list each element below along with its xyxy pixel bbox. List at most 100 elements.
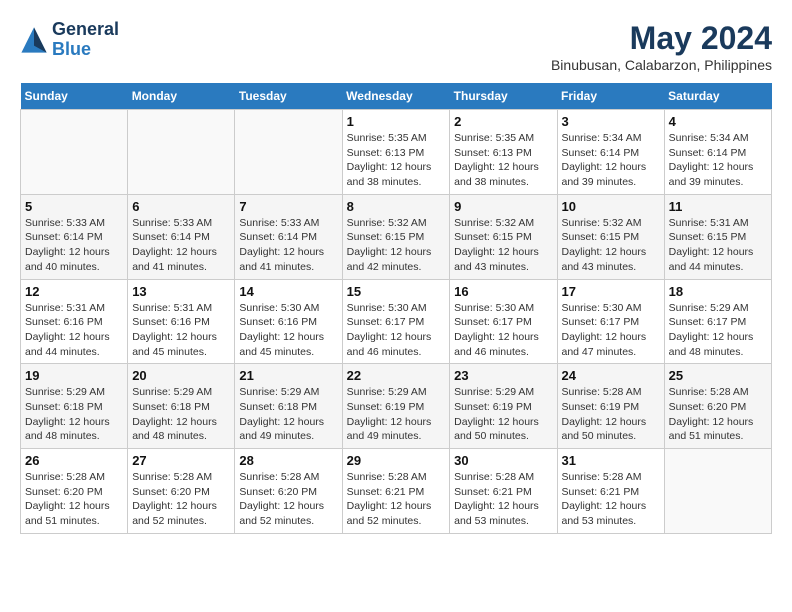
weekday-header-monday: Monday: [128, 83, 235, 110]
logo-text: General Blue: [52, 20, 119, 60]
calendar-cell: 7 Sunrise: 5:33 AM Sunset: 6:14 PM Daylig…: [235, 194, 342, 279]
day-number: 3: [562, 114, 660, 129]
logo: General Blue: [20, 20, 119, 60]
calendar-cell: [664, 449, 771, 534]
calendar-week-5: 26 Sunrise: 5:28 AM Sunset: 6:20 PM Dayli…: [21, 449, 772, 534]
day-info: Sunrise: 5:28 AM Sunset: 6:19 PM Dayligh…: [562, 385, 660, 444]
calendar-cell: 23 Sunrise: 5:29 AM Sunset: 6:19 PM Dayli…: [450, 364, 557, 449]
calendar-table: SundayMondayTuesdayWednesdayThursdayFrid…: [20, 83, 772, 534]
calendar-cell: 9 Sunrise: 5:32 AM Sunset: 6:15 PM Daylig…: [450, 194, 557, 279]
weekday-header-thursday: Thursday: [450, 83, 557, 110]
day-info: Sunrise: 5:34 AM Sunset: 6:14 PM Dayligh…: [562, 131, 660, 190]
day-number: 20: [132, 368, 230, 383]
day-info: Sunrise: 5:32 AM Sunset: 6:15 PM Dayligh…: [454, 216, 552, 275]
calendar-cell: 4Sunrise: 5:34 AM Sunset: 6:14 PM Daylig…: [664, 110, 771, 195]
day-info: Sunrise: 5:33 AM Sunset: 6:14 PM Dayligh…: [132, 216, 230, 275]
day-number: 12: [25, 284, 123, 299]
day-number: 28: [239, 453, 337, 468]
calendar-cell: 31 Sunrise: 5:28 AM Sunset: 6:21 PM Dayli…: [557, 449, 664, 534]
day-number: 27: [132, 453, 230, 468]
day-number: 4: [669, 114, 767, 129]
day-number: 26: [25, 453, 123, 468]
calendar-week-4: 19 Sunrise: 5:29 AM Sunset: 6:18 PM Dayli…: [21, 364, 772, 449]
day-info: Sunrise: 5:28 AM Sunset: 6:20 PM Dayligh…: [239, 470, 337, 529]
weekday-header-row: SundayMondayTuesdayWednesdayThursdayFrid…: [21, 83, 772, 110]
calendar-cell: 28 Sunrise: 5:28 AM Sunset: 6:20 PM Dayli…: [235, 449, 342, 534]
calendar-cell: 26 Sunrise: 5:28 AM Sunset: 6:20 PM Dayli…: [21, 449, 128, 534]
day-number: 22: [347, 368, 446, 383]
calendar-cell: [128, 110, 235, 195]
calendar-week-3: 12Sunrise: 5:31 AM Sunset: 6:16 PM Dayli…: [21, 279, 772, 364]
calendar-cell: 10Sunrise: 5:32 AM Sunset: 6:15 PM Dayli…: [557, 194, 664, 279]
weekday-header-wednesday: Wednesday: [342, 83, 450, 110]
day-info: Sunrise: 5:28 AM Sunset: 6:21 PM Dayligh…: [347, 470, 446, 529]
calendar-week-1: 1 Sunrise: 5:35 AM Sunset: 6:13 PM Daylig…: [21, 110, 772, 195]
calendar-cell: 19 Sunrise: 5:29 AM Sunset: 6:18 PM Dayli…: [21, 364, 128, 449]
day-info: Sunrise: 5:32 AM Sunset: 6:15 PM Dayligh…: [562, 216, 660, 275]
day-number: 6: [132, 199, 230, 214]
day-number: 1: [347, 114, 446, 129]
calendar-cell: 11 Sunrise: 5:31 AM Sunset: 6:15 PM Dayli…: [664, 194, 771, 279]
calendar-cell: 20 Sunrise: 5:29 AM Sunset: 6:18 PM Dayli…: [128, 364, 235, 449]
day-info: Sunrise: 5:30 AM Sunset: 6:17 PM Dayligh…: [562, 301, 660, 360]
calendar-cell: 18Sunrise: 5:29 AM Sunset: 6:17 PM Dayli…: [664, 279, 771, 364]
day-info: Sunrise: 5:33 AM Sunset: 6:14 PM Dayligh…: [239, 216, 337, 275]
day-number: 30: [454, 453, 552, 468]
day-info: Sunrise: 5:28 AM Sunset: 6:20 PM Dayligh…: [669, 385, 767, 444]
calendar-cell: 5 Sunrise: 5:33 AM Sunset: 6:14 PM Daylig…: [21, 194, 128, 279]
calendar-cell: 27 Sunrise: 5:28 AM Sunset: 6:20 PM Dayli…: [128, 449, 235, 534]
day-info: Sunrise: 5:28 AM Sunset: 6:21 PM Dayligh…: [562, 470, 660, 529]
day-number: 24: [562, 368, 660, 383]
day-info: Sunrise: 5:29 AM Sunset: 6:18 PM Dayligh…: [132, 385, 230, 444]
day-info: Sunrise: 5:32 AM Sunset: 6:15 PM Dayligh…: [347, 216, 446, 275]
day-info: Sunrise: 5:31 AM Sunset: 6:15 PM Dayligh…: [669, 216, 767, 275]
day-number: 5: [25, 199, 123, 214]
day-number: 8: [347, 199, 446, 214]
weekday-header-sunday: Sunday: [21, 83, 128, 110]
day-info: Sunrise: 5:29 AM Sunset: 6:18 PM Dayligh…: [25, 385, 123, 444]
day-number: 15: [347, 284, 446, 299]
day-info: Sunrise: 5:33 AM Sunset: 6:14 PM Dayligh…: [25, 216, 123, 275]
day-number: 14: [239, 284, 337, 299]
day-info: Sunrise: 5:35 AM Sunset: 6:13 PM Dayligh…: [454, 131, 552, 190]
calendar-cell: [235, 110, 342, 195]
day-number: 7: [239, 199, 337, 214]
day-info: Sunrise: 5:30 AM Sunset: 6:16 PM Dayligh…: [239, 301, 337, 360]
calendar-cell: [21, 110, 128, 195]
day-number: 11: [669, 199, 767, 214]
day-number: 21: [239, 368, 337, 383]
calendar-cell: 24 Sunrise: 5:28 AM Sunset: 6:19 PM Dayli…: [557, 364, 664, 449]
calendar-cell: 21 Sunrise: 5:29 AM Sunset: 6:18 PM Dayli…: [235, 364, 342, 449]
day-info: Sunrise: 5:29 AM Sunset: 6:18 PM Dayligh…: [239, 385, 337, 444]
title-block: May 2024 Binubusan, Calabarzon, Philippi…: [551, 20, 772, 73]
day-number: 25: [669, 368, 767, 383]
day-number: 2: [454, 114, 552, 129]
calendar-cell: 3 Sunrise: 5:34 AM Sunset: 6:14 PM Daylig…: [557, 110, 664, 195]
day-info: Sunrise: 5:35 AM Sunset: 6:13 PM Dayligh…: [347, 131, 446, 190]
day-info: Sunrise: 5:30 AM Sunset: 6:17 PM Dayligh…: [347, 301, 446, 360]
day-number: 16: [454, 284, 552, 299]
day-number: 9: [454, 199, 552, 214]
calendar-cell: 14 Sunrise: 5:30 AM Sunset: 6:16 PM Dayli…: [235, 279, 342, 364]
weekday-header-tuesday: Tuesday: [235, 83, 342, 110]
day-info: Sunrise: 5:29 AM Sunset: 6:19 PM Dayligh…: [347, 385, 446, 444]
calendar-week-2: 5 Sunrise: 5:33 AM Sunset: 6:14 PM Daylig…: [21, 194, 772, 279]
logo-icon: [20, 26, 48, 54]
day-number: 19: [25, 368, 123, 383]
calendar-cell: 29Sunrise: 5:28 AM Sunset: 6:21 PM Dayli…: [342, 449, 450, 534]
day-info: Sunrise: 5:29 AM Sunset: 6:17 PM Dayligh…: [669, 301, 767, 360]
calendar-cell: 6 Sunrise: 5:33 AM Sunset: 6:14 PM Daylig…: [128, 194, 235, 279]
page-header: General Blue May 2024 Binubusan, Calabar…: [20, 20, 772, 73]
weekday-header-saturday: Saturday: [664, 83, 771, 110]
calendar-cell: 22 Sunrise: 5:29 AM Sunset: 6:19 PM Dayli…: [342, 364, 450, 449]
calendar-cell: 1 Sunrise: 5:35 AM Sunset: 6:13 PM Daylig…: [342, 110, 450, 195]
day-info: Sunrise: 5:29 AM Sunset: 6:19 PM Dayligh…: [454, 385, 552, 444]
day-info: Sunrise: 5:28 AM Sunset: 6:20 PM Dayligh…: [25, 470, 123, 529]
calendar-cell: 25 Sunrise: 5:28 AM Sunset: 6:20 PM Dayli…: [664, 364, 771, 449]
month-title: May 2024: [551, 20, 772, 57]
calendar-cell: 2 Sunrise: 5:35 AM Sunset: 6:13 PM Daylig…: [450, 110, 557, 195]
day-number: 31: [562, 453, 660, 468]
location-subtitle: Binubusan, Calabarzon, Philippines: [551, 57, 772, 73]
day-number: 23: [454, 368, 552, 383]
day-info: Sunrise: 5:28 AM Sunset: 6:20 PM Dayligh…: [132, 470, 230, 529]
